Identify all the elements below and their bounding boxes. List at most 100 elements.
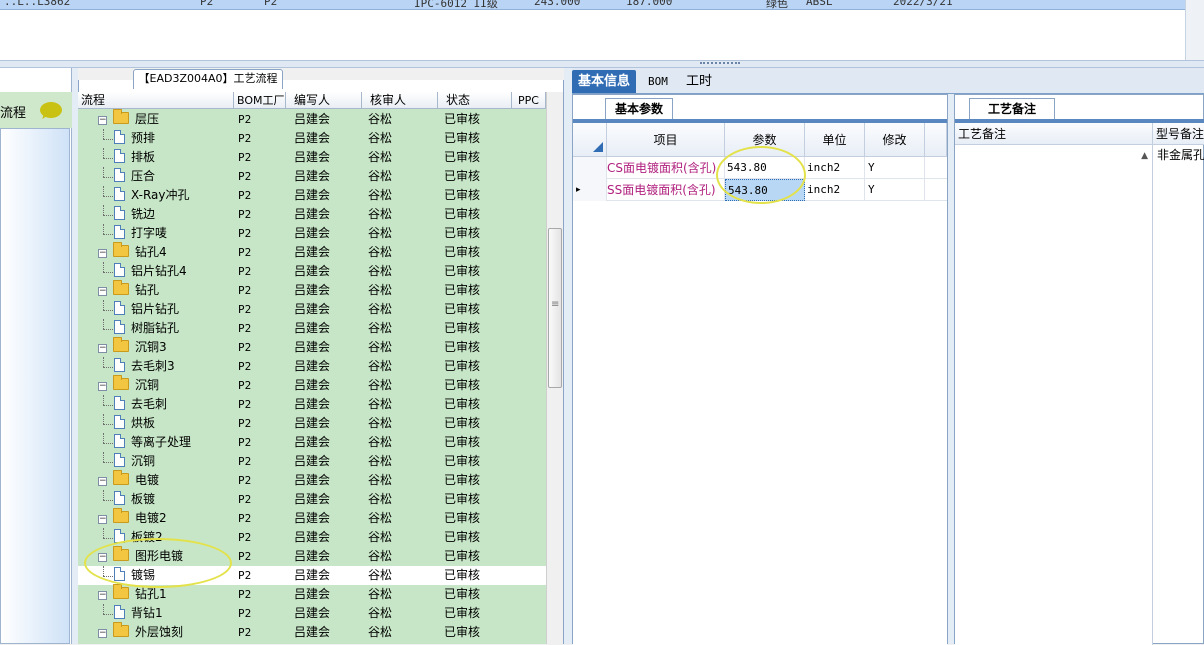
collapse-toggle-icon[interactable]: −: [98, 591, 107, 600]
table-row[interactable]: 等离子处理 P2 吕建会 谷松 已审核: [78, 433, 546, 452]
process-vertical-scrollbar[interactable]: [546, 92, 563, 644]
reviewer-name: 谷松: [368, 302, 393, 316]
table-row[interactable]: 打字唛 P2 吕建会 谷松 已审核: [78, 224, 546, 243]
status-text: 已审核: [444, 245, 481, 259]
column-header-ppc[interactable]: PPC: [512, 92, 546, 109]
collapse-toggle-icon[interactable]: −: [98, 116, 107, 125]
reviewer-name: 谷松: [368, 359, 393, 373]
table-row[interactable]: 去毛刺3 P2 吕建会 谷松 已审核: [78, 357, 546, 376]
bom-factory: P2: [238, 360, 252, 373]
table-row[interactable]: − 电镀2 P2 吕建会 谷松 已审核: [78, 508, 546, 528]
table-row[interactable]: 铝片钻孔4 P2 吕建会 谷松 已审核: [78, 262, 546, 281]
tree-connector: [103, 604, 104, 614]
column-header-status[interactable]: 状态: [438, 92, 512, 109]
table-row[interactable]: 去毛刺 P2 吕建会 谷松 已审核: [78, 395, 546, 414]
table-row[interactable]: − 电镀 P2 吕建会 谷松 已审核: [78, 470, 546, 490]
collapse-toggle-icon[interactable]: −: [98, 629, 107, 638]
column-header-process-note[interactable]: 工艺备注: [955, 123, 1153, 145]
table-row[interactable]: − 钻孔1 P2 吕建会 谷松 已审核: [78, 584, 546, 604]
table-row[interactable]: 沉铜 P2 吕建会 谷松 已审核: [78, 452, 546, 471]
top-vertical-scrollbar[interactable]: [1185, 0, 1204, 62]
process-note-textarea[interactable]: ▲: [955, 145, 1153, 645]
collapse-toggle-icon[interactable]: −: [98, 477, 107, 486]
column-header-value[interactable]: 参数: [725, 123, 805, 157]
tab-basic-params[interactable]: 基本参数: [605, 98, 673, 120]
table-row[interactable]: − 钻孔4 P2 吕建会 谷松 已审核: [78, 242, 546, 262]
folder-icon: [113, 375, 129, 390]
table-row[interactable]: − 钻孔 P2 吕建会 谷松 已审核: [78, 280, 546, 300]
param-row[interactable]: ▸ SS面电镀面积(含孔) 543.80 inch2 Y: [573, 179, 947, 201]
tab-basic-info[interactable]: 基本信息: [572, 70, 637, 93]
tree-connector: [103, 272, 113, 273]
table-row[interactable]: − 层压 P2 吕建会 谷松 已审核: [78, 109, 546, 129]
column-header-modified[interactable]: 修改: [865, 123, 925, 157]
step-name: 去毛刺: [131, 397, 168, 411]
model-note-cell[interactable]: 非金属孔: [1154, 145, 1204, 165]
column-header-flow[interactable]: 流程: [78, 92, 234, 109]
param-value[interactable]: 543.80: [725, 157, 805, 179]
param-value[interactable]: 543.80: [725, 179, 805, 201]
scrollbar-thumb[interactable]: [548, 228, 562, 388]
collapse-toggle-icon[interactable]: −: [98, 287, 107, 296]
tree-cell: − 层压: [98, 109, 159, 129]
param-row[interactable]: CS面电镀面积(含孔) 543.80 inch2 Y: [573, 157, 947, 179]
splitter-grip-icon[interactable]: [700, 62, 740, 66]
table-row[interactable]: 镀锡 P2 吕建会 谷松 已审核: [78, 566, 546, 585]
grid-header: 流程 BOM工厂 编写人 核审人 状态 PPC: [78, 92, 546, 109]
bom-factory: P2: [238, 265, 252, 278]
table-row[interactable]: 铝片钻孔 P2 吕建会 谷松 已审核: [78, 300, 546, 319]
record-cell: P2: [264, 0, 278, 8]
middle-splitter[interactable]: [564, 68, 572, 644]
basic-params-panel: 基本参数 项目 参数 单位 修改 CS面电镀面积(含孔) 543.80 inch…: [572, 94, 948, 645]
column-header-item[interactable]: 项目: [607, 123, 725, 157]
tree-connector: [103, 414, 104, 424]
table-row[interactable]: 排板 P2 吕建会 谷松 已审核: [78, 148, 546, 167]
reviewer-name: 谷松: [368, 245, 393, 259]
collapse-toggle-icon[interactable]: −: [98, 515, 107, 524]
table-row[interactable]: 铣边 P2 吕建会 谷松 已审核: [78, 205, 546, 224]
folder-icon: [113, 280, 129, 295]
scroll-up-icon[interactable]: ▲: [1141, 151, 1148, 161]
select-all-corner[interactable]: [573, 123, 607, 157]
column-header-unit[interactable]: 单位: [805, 123, 865, 157]
writer-name: 吕建会: [294, 321, 331, 335]
table-row[interactable]: − 图形电镀 P2 吕建会 谷松 已审核: [78, 546, 546, 566]
collapse-toggle-icon[interactable]: −: [98, 382, 107, 391]
tree-cell: 树脂钻孔: [114, 319, 179, 338]
tree-cell: − 外层蚀刻: [98, 622, 183, 642]
bom-factory: P2: [238, 341, 252, 354]
tab-process-notes[interactable]: 工艺备注: [969, 98, 1055, 120]
horizontal-splitter[interactable]: [0, 60, 1204, 68]
table-row[interactable]: 板镀2 P2 吕建会 谷松 已审核: [78, 528, 546, 547]
tab-work-hours[interactable]: 工时: [680, 70, 718, 93]
table-row[interactable]: 板镀 P2 吕建会 谷松 已审核: [78, 490, 546, 509]
table-row[interactable]: 背钻1 P2 吕建会 谷松 已审核: [78, 604, 546, 623]
column-header-model-note[interactable]: 型号备注: [1153, 123, 1204, 145]
column-header-factory[interactable]: BOM工厂: [234, 92, 286, 109]
tab-bom[interactable]: BOM: [642, 70, 674, 93]
collapse-toggle-icon[interactable]: −: [98, 553, 107, 562]
chat-bubble-icon[interactable]: [40, 102, 62, 118]
selected-record-row[interactable]: ..L..L3862 P2 P2 IPC-6012 II级 243.000 18…: [0, 0, 1204, 10]
table-row[interactable]: − 沉铜3 P2 吕建会 谷松 已审核: [78, 337, 546, 357]
table-row[interactable]: 树脂钻孔 P2 吕建会 谷松 已审核: [78, 319, 546, 338]
table-row[interactable]: 压合 P2 吕建会 谷松 已审核: [78, 167, 546, 186]
table-row[interactable]: 烘板 P2 吕建会 谷松 已审核: [78, 414, 546, 433]
collapse-toggle-icon[interactable]: −: [98, 249, 107, 258]
left-nav-header[interactable]: 流程: [0, 92, 72, 128]
table-row[interactable]: 预排 P2 吕建会 谷松 已审核: [78, 129, 546, 148]
tree-connector: [103, 500, 113, 501]
document-icon: [114, 168, 125, 182]
writer-name: 吕建会: [294, 492, 331, 506]
collapse-toggle-icon[interactable]: −: [98, 344, 107, 353]
process-flow-title: 【EAD3Z004A0】工艺流程: [133, 69, 283, 89]
writer-name: 吕建会: [294, 188, 331, 202]
status-text: 已审核: [444, 511, 481, 525]
table-row[interactable]: − 沉铜 P2 吕建会 谷松 已审核: [78, 375, 546, 395]
table-row[interactable]: X-Ray冲孔 P2 吕建会 谷松 已审核: [78, 186, 546, 205]
column-header-writer[interactable]: 编写人: [286, 92, 362, 109]
column-header-reviewer[interactable]: 核审人: [362, 92, 438, 109]
tree-cell: X-Ray冲孔: [114, 186, 189, 205]
writer-name: 吕建会: [294, 625, 331, 639]
table-row[interactable]: − 外层蚀刻 P2 吕建会 谷松 已审核: [78, 622, 546, 642]
